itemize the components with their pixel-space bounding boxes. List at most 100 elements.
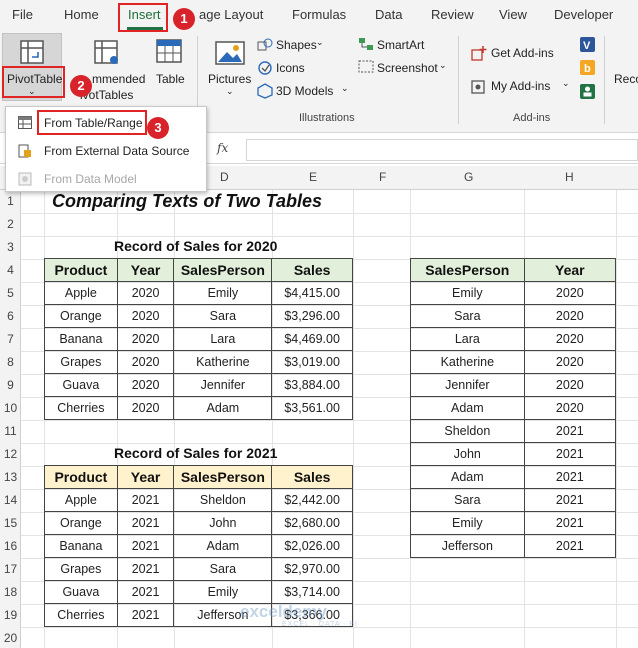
- row-header[interactable]: 16: [0, 539, 21, 553]
- table-cell[interactable]: Cherries: [44, 396, 118, 420]
- table-cell[interactable]: 2021: [116, 488, 175, 512]
- smartart-button[interactable]: SmartArt: [377, 38, 424, 52]
- table-cell[interactable]: 2020: [116, 396, 175, 420]
- row-header[interactable]: 13: [0, 470, 21, 484]
- row-header[interactable]: 3: [0, 240, 21, 254]
- row-header[interactable]: 14: [0, 493, 21, 507]
- tab-developer[interactable]: Developer: [554, 7, 613, 22]
- menu-item-from-external-data-source[interactable]: From External Data Source: [6, 139, 206, 163]
- tab-view[interactable]: View: [499, 7, 527, 22]
- column-header-cell[interactable]: Sales: [271, 465, 353, 489]
- column-header-cell[interactable]: SalesPerson: [173, 465, 273, 489]
- table-cell[interactable]: 2020: [523, 327, 617, 351]
- table-cell[interactable]: $4,469.00: [271, 327, 353, 351]
- table-cell[interactable]: $4,415.00: [271, 281, 353, 305]
- row-header[interactable]: 8: [0, 355, 21, 369]
- tab-page-layout[interactable]: age Layout: [199, 7, 263, 22]
- table-cell[interactable]: 2021: [116, 580, 175, 604]
- table-cell[interactable]: 2021: [523, 534, 617, 558]
- table-cell[interactable]: $2,970.00: [271, 557, 353, 581]
- table-cell[interactable]: Grapes: [44, 350, 118, 374]
- table-cell[interactable]: Guava: [44, 373, 118, 397]
- row-header[interactable]: 20: [0, 631, 21, 645]
- my-addins-chevron-icon[interactable]: ⌄: [562, 78, 570, 89]
- table-cell[interactable]: $2,026.00: [271, 534, 353, 558]
- table-cell[interactable]: $3,884.00: [271, 373, 353, 397]
- column-header-cell[interactable]: Year: [523, 258, 617, 282]
- table-cell[interactable]: 2020: [116, 373, 175, 397]
- table-cell[interactable]: Sheldon: [173, 488, 273, 512]
- table-cell[interactable]: Adam: [410, 465, 525, 489]
- table-cell[interactable]: $3,019.00: [271, 350, 353, 374]
- table-cell[interactable]: Lara: [410, 327, 525, 351]
- table-cell[interactable]: Adam: [410, 396, 525, 420]
- table-cell[interactable]: 2021: [116, 511, 175, 535]
- column-header-cell[interactable]: Product: [44, 258, 118, 282]
- table-cell[interactable]: Apple: [44, 281, 118, 305]
- table-cell[interactable]: Guava: [44, 580, 118, 604]
- shapes-button[interactable]: Shapes: [276, 38, 317, 52]
- pictures-button[interactable]: Pictures: [208, 72, 251, 86]
- column-header-cell[interactable]: Sales: [271, 258, 353, 282]
- table-cell[interactable]: Banana: [44, 327, 118, 351]
- table-cell[interactable]: Emily: [410, 281, 525, 305]
- tab-review[interactable]: Review: [431, 7, 474, 22]
- table-cell[interactable]: Katherine: [173, 350, 273, 374]
- row-header[interactable]: 19: [0, 608, 21, 622]
- table-cell[interactable]: Emily: [173, 580, 273, 604]
- table-cell[interactable]: $2,680.00: [271, 511, 353, 535]
- column-header-cell[interactable]: Year: [116, 465, 175, 489]
- table-cell[interactable]: Adam: [173, 534, 273, 558]
- column-header-g[interactable]: G: [464, 170, 473, 184]
- row-header[interactable]: 9: [0, 378, 21, 392]
- table-cell[interactable]: Orange: [44, 511, 118, 535]
- screenshot-button[interactable]: Screenshot: [377, 61, 438, 75]
- column-header-f[interactable]: F: [379, 170, 386, 184]
- table-cell[interactable]: 2020: [116, 327, 175, 351]
- row-header[interactable]: 18: [0, 585, 21, 599]
- table-cell[interactable]: 2021: [523, 488, 617, 512]
- table-cell[interactable]: 2020: [116, 350, 175, 374]
- table-cell[interactable]: Emily: [410, 511, 525, 535]
- row-header[interactable]: 1: [0, 194, 21, 208]
- table-cell[interactable]: Jennifer: [410, 373, 525, 397]
- table-cell[interactable]: 2020: [523, 304, 617, 328]
- row-header[interactable]: 2: [0, 217, 21, 231]
- formula-input[interactable]: [246, 139, 638, 161]
- shapes-chevron-icon[interactable]: ⌄: [316, 37, 324, 48]
- table-cell[interactable]: 2020: [116, 281, 175, 305]
- table-cell[interactable]: Cherries: [44, 603, 118, 627]
- table-cell[interactable]: 2021: [523, 511, 617, 535]
- screenshot-chevron-icon[interactable]: ⌄: [439, 60, 447, 71]
- recommended-charts-button[interactable]: Reco: [614, 72, 638, 86]
- table-cell[interactable]: 2021: [116, 603, 175, 627]
- table-cell[interactable]: Apple: [44, 488, 118, 512]
- table-cell[interactable]: 2021: [116, 557, 175, 581]
- bing-maps-addin-icon[interactable]: b: [580, 60, 595, 75]
- column-header-e[interactable]: E: [309, 170, 317, 184]
- recommended-pivottables-label-1[interactable]: mmended: [92, 72, 145, 86]
- icons-button[interactable]: Icons: [276, 61, 305, 75]
- row-header[interactable]: 17: [0, 562, 21, 576]
- table-cell[interactable]: Katherine: [410, 350, 525, 374]
- table-cell[interactable]: Emily: [173, 281, 273, 305]
- table-cell[interactable]: $2,442.00: [271, 488, 353, 512]
- table-cell[interactable]: Banana: [44, 534, 118, 558]
- tab-data[interactable]: Data: [375, 7, 402, 22]
- table-cell[interactable]: 2020: [523, 281, 617, 305]
- column-header-cell[interactable]: SalesPerson: [173, 258, 273, 282]
- 3d-models-chevron-icon[interactable]: ⌄: [341, 83, 349, 94]
- table-2021-title[interactable]: Record of Sales for 2021: [114, 445, 277, 461]
- table-cell[interactable]: Adam: [173, 396, 273, 420]
- table-cell[interactable]: Sheldon: [410, 419, 525, 443]
- table-2020-title[interactable]: Record of Sales for 2020: [114, 238, 277, 254]
- column-header-cell[interactable]: Product: [44, 465, 118, 489]
- row-header[interactable]: 12: [0, 447, 21, 461]
- table-cell[interactable]: $3,714.00: [271, 580, 353, 604]
- row-header[interactable]: 11: [0, 424, 21, 438]
- table-cell[interactable]: 2021: [523, 419, 617, 443]
- my-addins-button[interactable]: My Add-ins: [491, 79, 550, 93]
- row-header[interactable]: 10: [0, 401, 21, 415]
- column-header-h[interactable]: H: [565, 170, 574, 184]
- table-cell[interactable]: Orange: [44, 304, 118, 328]
